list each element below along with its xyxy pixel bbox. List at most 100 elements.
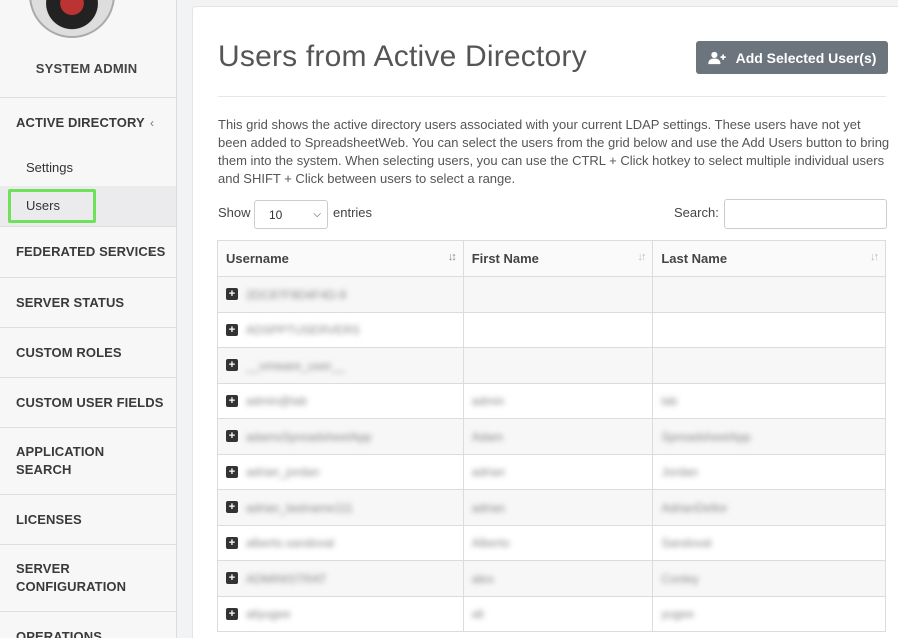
- cell-text: ADSPPTUSERVERS: [246, 323, 360, 338]
- sidebar-item-application-search[interactable]: APPLICATION SEARCH: [0, 427, 176, 494]
- cell-text: adrian: [471, 500, 506, 515]
- last-name-cell: Sandoval: [652, 524, 886, 561]
- show-label: Show: [218, 205, 251, 220]
- expand-row-icon[interactable]: +: [226, 323, 238, 336]
- table-row[interactable]: + adrian_jordan adrian Jordan: [217, 453, 886, 490]
- add-button-label: Add Selected User(s): [735, 49, 877, 66]
- expand-row-icon[interactable]: +: [226, 359, 238, 372]
- cell-text: Jordan: [661, 465, 699, 480]
- table-row[interactable]: + ADSPPTUSERVERS: [217, 311, 886, 348]
- cell-text: lab: [661, 394, 678, 409]
- first-name-cell: Alberto: [462, 524, 654, 561]
- divider: [218, 96, 886, 97]
- cell-text: alex: [471, 571, 494, 586]
- first-name-cell: [462, 347, 654, 384]
- first-name-cell: adrian: [462, 489, 654, 526]
- column-header-label: First Name: [471, 251, 539, 266]
- add-selected-users-button[interactable]: Add Selected User(s): [696, 41, 888, 74]
- sort-icon: ↓↑: [637, 251, 646, 263]
- table-row[interactable]: + alberto.sandoval Alberto Sandoval: [217, 524, 886, 561]
- expand-row-icon[interactable]: +: [226, 430, 238, 443]
- sidebar-item-label: CUSTOM USER FIELDS: [16, 394, 164, 410]
- table-row[interactable]: + aliyugee ali yugee: [217, 595, 886, 632]
- first-name-cell: [462, 311, 654, 348]
- username-cell: + adrian_lastname111: [217, 489, 464, 526]
- username-cell: + alberto.sandoval: [217, 524, 464, 561]
- entries-select[interactable]: 10 ⌵: [254, 200, 328, 229]
- cell-text: adrian_lastname111: [246, 500, 353, 515]
- sidebar-item-federated-services[interactable]: FEDERATED SERVICES ‹: [0, 226, 176, 277]
- first-name-cell: ali: [462, 595, 654, 632]
- cell-text: AdrianDellor: [661, 500, 728, 515]
- search-input[interactable]: [724, 199, 887, 229]
- avatar: [29, 0, 115, 38]
- expand-row-icon[interactable]: +: [226, 572, 238, 585]
- expand-row-icon[interactable]: +: [226, 394, 238, 407]
- expand-row-icon[interactable]: +: [226, 607, 238, 620]
- sidebar-item-active-directory[interactable]: ACTIVE DIRECTORY ‹: [0, 97, 176, 148]
- column-header-first-name[interactable]: First Name ↓↑: [462, 240, 654, 277]
- username-cell: + admin@lab: [217, 382, 464, 419]
- last-name-cell: Jordan: [652, 453, 886, 490]
- cell-text: aliyugee: [246, 607, 291, 622]
- column-header-label: Last Name: [661, 251, 728, 266]
- first-name-cell: alex: [462, 560, 654, 597]
- sidebar-item-label: OPERATIONS: [16, 629, 102, 638]
- cell-text: admin@lab: [246, 394, 307, 409]
- expand-row-icon[interactable]: +: [226, 536, 238, 549]
- sidebar-item-label: FEDERATED SERVICES: [16, 244, 166, 259]
- username-cell: + ADMINISTRAT: [217, 560, 464, 597]
- sidebar-item-label: APPLICATION SEARCH: [16, 444, 105, 477]
- entries-label: entries: [333, 205, 373, 220]
- username-cell: + aliyugee: [217, 595, 464, 632]
- table-row[interactable]: + admin@lab admin lab: [217, 382, 886, 419]
- cell-text: Conley: [661, 571, 699, 586]
- chevron-down-icon: ⌵: [313, 209, 321, 220]
- table-row[interactable]: + adrian_lastname111 adrian AdrianDellor: [217, 489, 886, 526]
- sidebar-item-operations[interactable]: OPERATIONS: [0, 611, 176, 638]
- column-header-last-name[interactable]: Last Name ↓↑: [652, 240, 886, 277]
- cell-text: ADMINISTRAT: [246, 571, 327, 586]
- sidebar-item-server-configuration[interactable]: SERVER CONFIGURATION: [0, 544, 176, 611]
- column-header-username[interactable]: Username ↓↕: [217, 240, 464, 277]
- sidebar-item-label: CUSTOM ROLES: [16, 344, 122, 360]
- username-cell: + adrian_jordan: [217, 453, 464, 490]
- cell-text: alberto.sandoval: [246, 536, 335, 551]
- entries-select-value: 10: [269, 207, 283, 222]
- cell-text: ali: [471, 607, 484, 622]
- username-cell: + __vmware_user__: [217, 347, 464, 384]
- cell-text: admin: [471, 394, 505, 409]
- description-text: This grid shows the active directory use…: [218, 117, 890, 186]
- sidebar-subitem-label: Users: [26, 198, 60, 213]
- username-cell: + adamsSpreadsheetApp: [217, 418, 464, 455]
- cell-text: Sandoval: [661, 536, 712, 551]
- expand-row-icon[interactable]: +: [226, 501, 238, 514]
- table-row[interactable]: + ADMINISTRAT alex Conley: [217, 560, 886, 597]
- sidebar-subitem-settings[interactable]: Settings: [0, 148, 176, 186]
- last-name-cell: [652, 276, 886, 313]
- cell-text: Adam: [471, 429, 504, 444]
- table-row[interactable]: +2DC87F9D4F4D-9: [217, 276, 886, 313]
- add-user-icon: [707, 51, 726, 64]
- username-cell: +2DC87F9D4F4D-9: [217, 276, 464, 313]
- first-name-cell: adrian: [462, 453, 654, 490]
- first-name-cell: Adam: [462, 418, 654, 455]
- last-name-cell: SpreadsheetApp: [652, 418, 886, 455]
- expand-row-icon[interactable]: +: [226, 288, 238, 301]
- sidebar-item-custom-roles[interactable]: CUSTOM ROLES: [0, 327, 176, 377]
- cell-text: yugee: [661, 607, 695, 622]
- sidebar-item-custom-user-fields[interactable]: CUSTOM USER FIELDS: [0, 377, 176, 427]
- sort-icon: ↓↑: [870, 251, 879, 263]
- table-row[interactable]: + adamsSpreadsheetApp Adam SpreadsheetApp: [217, 418, 886, 455]
- cell-text: Alberto: [471, 536, 510, 551]
- sidebar-item-licenses[interactable]: LICENSES: [0, 494, 176, 544]
- cell-text: SpreadsheetApp: [661, 429, 751, 444]
- table-row[interactable]: + __vmware_user__: [217, 347, 886, 384]
- expand-row-icon[interactable]: +: [226, 465, 238, 478]
- last-name-cell: Conley: [652, 560, 886, 597]
- last-name-cell: lab: [652, 382, 886, 419]
- sidebar: SYSTEM ADMIN ACTIVE DIRECTORY ‹ Settings…: [0, 0, 177, 638]
- sidebar-item-label: LICENSES: [16, 511, 82, 527]
- sidebar-item-server-status[interactable]: SERVER STATUS: [0, 277, 176, 327]
- search-label: Search:: [674, 205, 719, 220]
